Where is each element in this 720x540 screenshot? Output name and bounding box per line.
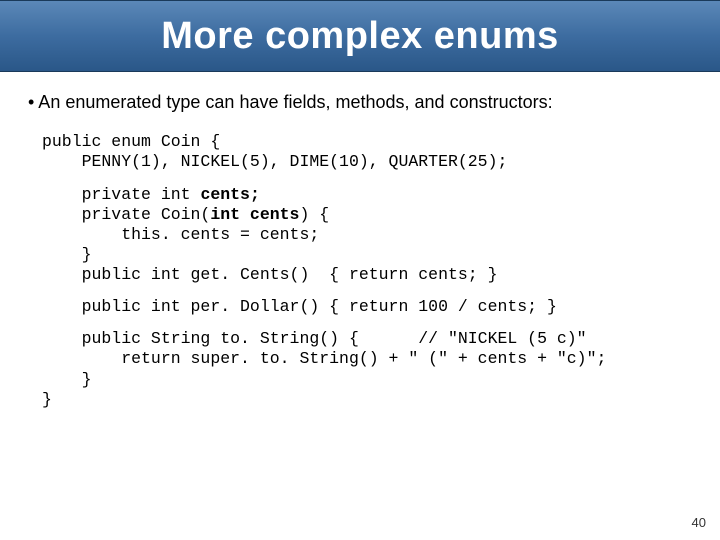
content-area: • An enumerated type can have fields, me… — [0, 72, 720, 410]
code-line: ) { — [299, 205, 329, 224]
slide-title: More complex enums — [161, 15, 559, 58]
code-line: PENNY(1), NICKEL(5), DIME(10), QUARTER(2… — [42, 152, 507, 171]
code-line: } — [42, 370, 92, 389]
code-line: public String to. String() { // "NICKEL … — [42, 329, 587, 348]
title-bar: More complex enums — [0, 0, 720, 72]
code-line: this. cents = cents; — [42, 225, 319, 244]
code-bold: int cents — [210, 205, 299, 224]
code-line: public int per. Dollar() { return 100 / … — [42, 297, 557, 316]
code-line: public enum Coin { — [42, 132, 220, 151]
code-line: public int get. Cents() { return cents; … — [42, 265, 497, 284]
code-line: private Coin( — [42, 205, 210, 224]
code-bold: cents; — [200, 185, 259, 204]
page-number: 40 — [692, 515, 706, 530]
code-line: } — [42, 390, 52, 409]
code-line: private int — [42, 185, 200, 204]
bullet-text: • An enumerated type can have fields, me… — [28, 90, 692, 114]
code-line: return super. to. String() + " (" + cent… — [42, 349, 606, 368]
code-block: public enum Coin { PENNY(1), NICKEL(5), … — [28, 132, 692, 410]
code-line: } — [42, 245, 92, 264]
